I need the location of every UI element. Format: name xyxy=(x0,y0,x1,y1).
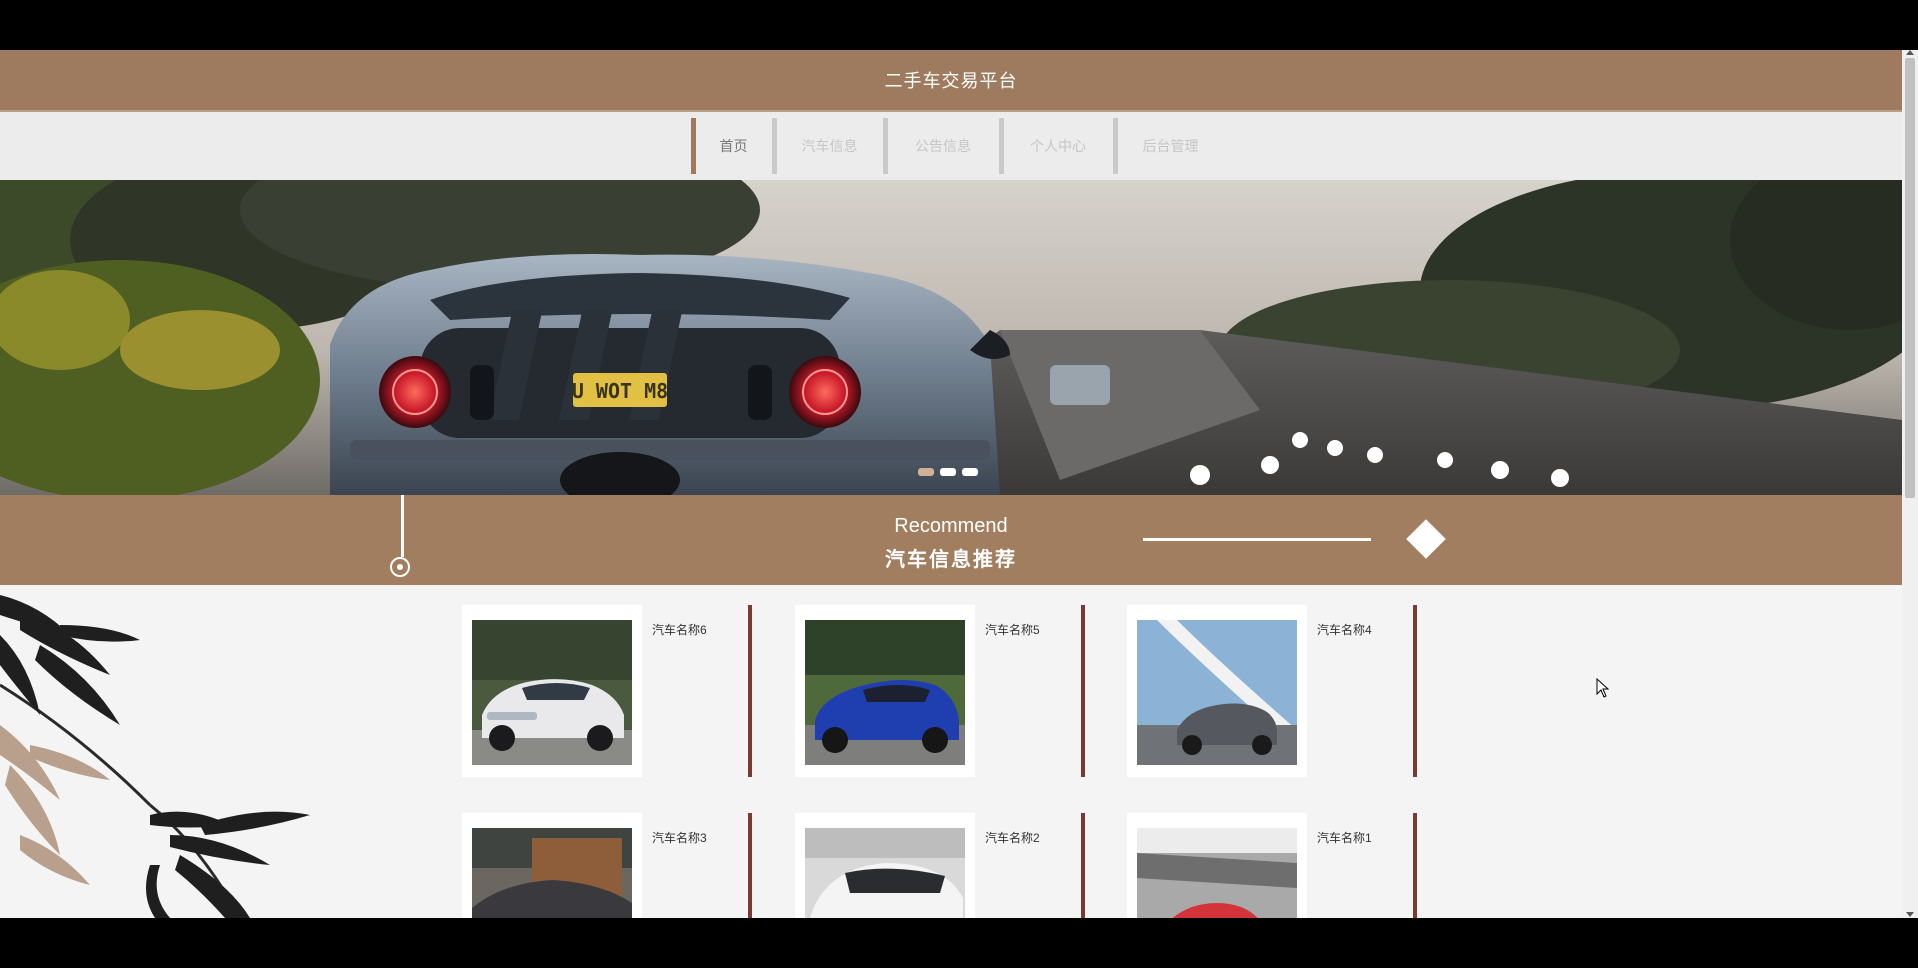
hero-carousel[interactable]: U WOT M8 xyxy=(0,180,1902,495)
main-nav: 首页 汽车信息 公告信息 个人中心 后台管理 xyxy=(0,112,1902,180)
car-card[interactable]: 汽车名称2 xyxy=(795,813,1085,918)
car-name[interactable]: 汽车名称3 xyxy=(652,829,707,846)
nav-item-car-info[interactable]: 汽车信息 xyxy=(772,118,882,174)
carousel-dot-1[interactable] xyxy=(918,468,934,476)
site-header: 二手车交易平台 xyxy=(0,50,1902,112)
car-name[interactable]: 汽车名称6 xyxy=(652,621,707,638)
nav-item-label: 汽车信息 xyxy=(801,138,858,154)
car-card[interactable]: 汽车名称3 xyxy=(462,813,752,918)
car-name[interactable]: 汽车名称1 xyxy=(1317,829,1372,846)
car-image[interactable] xyxy=(795,605,975,777)
nav-item-home[interactable]: 首页 xyxy=(691,118,771,174)
car-image[interactable] xyxy=(462,813,642,918)
car-card[interactable]: 汽车名称5 xyxy=(795,605,1085,777)
recommend-header: Recommend 汽车信息推荐 xyxy=(0,495,1902,585)
license-plate-text: U WOT M8 xyxy=(572,379,668,403)
car-name[interactable]: 汽车名称5 xyxy=(985,621,1040,638)
banner-image: U WOT M8 xyxy=(0,180,1902,495)
carousel-indicators xyxy=(918,468,978,476)
car-photo-5 xyxy=(805,620,965,765)
carousel-dot-2[interactable] xyxy=(940,468,956,476)
scrollbar-thumb[interactable] xyxy=(1905,58,1915,498)
car-image[interactable] xyxy=(1127,605,1307,777)
car-photo-1 xyxy=(1137,828,1297,918)
recommend-title-en: Recommend xyxy=(894,515,1008,537)
car-photo-4 xyxy=(1137,620,1297,765)
nav-item-label: 个人中心 xyxy=(1030,138,1086,154)
car-photo-2 xyxy=(805,828,965,918)
site-title: 二手车交易平台 xyxy=(884,71,1018,91)
nav-item-admin[interactable]: 后台管理 xyxy=(1113,118,1223,174)
car-card[interactable]: 汽车名称6 xyxy=(462,605,752,777)
car-image[interactable] xyxy=(795,813,975,918)
nav-item-announcements[interactable]: 公告信息 xyxy=(883,118,998,174)
scroll-down-icon[interactable] xyxy=(1906,912,1914,917)
car-photo-3 xyxy=(472,828,632,918)
nav-item-label: 首页 xyxy=(719,138,748,154)
carousel-dot-3[interactable] xyxy=(962,468,978,476)
nav-item-label: 公告信息 xyxy=(915,138,971,154)
car-name[interactable]: 汽车名称4 xyxy=(1317,621,1372,638)
car-image[interactable] xyxy=(462,605,642,777)
car-photo-6 xyxy=(472,620,632,765)
recommend-title-cn: 汽车信息推荐 xyxy=(885,549,1017,571)
recommend-list: 汽车名称6 汽车名称5 汽车名称4 汽车名称3 汽车名称2 汽车名称1 xyxy=(0,585,1902,918)
decorative-line xyxy=(1143,538,1371,541)
page-scrollbar[interactable] xyxy=(1902,50,1918,918)
nav-item-label: 后台管理 xyxy=(1142,138,1199,154)
car-card[interactable]: 汽车名称1 xyxy=(1127,813,1417,918)
bamboo-decoration xyxy=(0,595,310,918)
nav-item-profile[interactable]: 个人中心 xyxy=(999,118,1112,174)
car-card[interactable]: 汽车名称4 xyxy=(1127,605,1417,777)
car-name[interactable]: 汽车名称2 xyxy=(985,829,1040,846)
mouse-cursor-icon xyxy=(1596,678,1610,698)
page: 二手车交易平台 首页 汽车信息 公告信息 个人中心 后台管理 U WOT M8 … xyxy=(0,50,1902,918)
car-image[interactable] xyxy=(1127,813,1307,918)
scroll-up-icon[interactable] xyxy=(1906,50,1914,55)
